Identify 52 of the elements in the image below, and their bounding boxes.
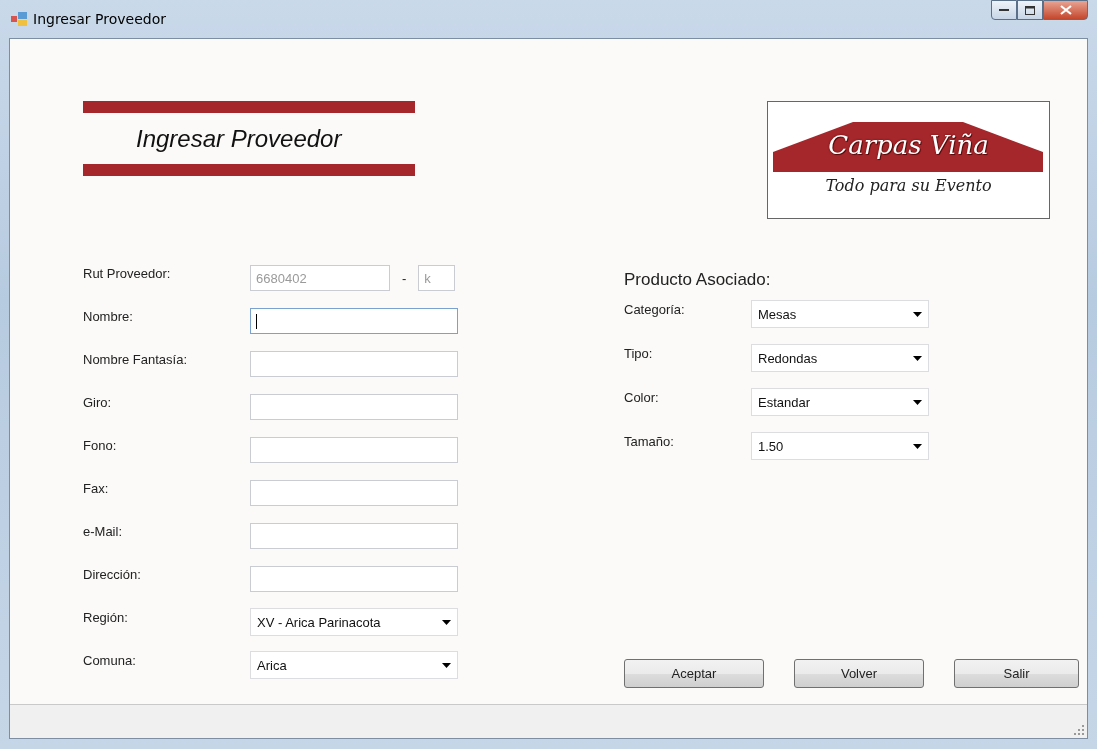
app-icon bbox=[11, 12, 27, 26]
tent-roof-icon bbox=[773, 122, 1043, 172]
close-icon bbox=[1059, 5, 1072, 15]
field-label: Rut Proveedor: bbox=[83, 265, 172, 281]
close-button[interactable] bbox=[1043, 0, 1088, 20]
field-label: Región: bbox=[83, 609, 129, 625]
text-caret bbox=[256, 313, 257, 329]
field-label: e-Mail: bbox=[83, 523, 123, 539]
field-label: Nombre Fantasía: bbox=[83, 351, 189, 367]
minimize-icon bbox=[999, 8, 1009, 12]
minimize-button[interactable] bbox=[991, 0, 1017, 20]
dropdown-arrow-icon[interactable] bbox=[442, 662, 451, 668]
dropdown-arrow-icon[interactable] bbox=[442, 619, 451, 625]
action-button[interactable]: Salir bbox=[954, 659, 1079, 688]
dropdown[interactable]: Arica bbox=[250, 651, 458, 679]
logo-name: Carpas Viña bbox=[828, 130, 989, 160]
field-label: Color: bbox=[624, 389, 660, 405]
resize-grip-icon bbox=[1074, 725, 1084, 735]
field-label: Fax: bbox=[83, 480, 110, 496]
field-label: Tamaño: bbox=[624, 433, 675, 449]
rut-separator: - bbox=[402, 270, 407, 286]
input-field[interactable] bbox=[250, 351, 458, 377]
dropdown-arrow-icon[interactable] bbox=[913, 443, 922, 449]
dropdown[interactable]: Estandar bbox=[751, 388, 929, 416]
input-field[interactable] bbox=[250, 308, 458, 334]
input-field[interactable] bbox=[250, 523, 458, 549]
section-title: Producto Asociado: bbox=[624, 270, 772, 290]
field-label: Categoría: bbox=[624, 301, 686, 317]
field-label: Nombre: bbox=[83, 308, 134, 324]
field-label: Tipo: bbox=[624, 345, 654, 361]
field-label: Giro: bbox=[83, 394, 113, 410]
maximize-icon bbox=[1025, 5, 1035, 15]
dropdown[interactable]: Mesas bbox=[751, 300, 929, 328]
input-field[interactable] bbox=[250, 437, 458, 463]
header-title: Ingresar Proveedor bbox=[135, 124, 344, 153]
dropdown[interactable]: XV - Arica Parinacota bbox=[250, 608, 458, 636]
dropdown[interactable]: 1.50 bbox=[751, 432, 929, 460]
field-label: Dirección: bbox=[83, 566, 142, 582]
field-label: Fono: bbox=[83, 437, 118, 453]
maximize-button[interactable] bbox=[1017, 0, 1043, 20]
action-button[interactable]: Volver bbox=[794, 659, 924, 688]
input-field[interactable] bbox=[250, 394, 458, 420]
dropdown[interactable]: Redondas bbox=[751, 344, 929, 372]
action-button[interactable]: Aceptar bbox=[624, 659, 764, 688]
input-field[interactable] bbox=[250, 566, 458, 592]
dropdown-arrow-icon[interactable] bbox=[913, 311, 922, 317]
field-label: Comuna: bbox=[83, 652, 137, 668]
input-field[interactable] bbox=[250, 480, 458, 506]
dropdown-arrow-icon[interactable] bbox=[913, 355, 922, 361]
dropdown-arrow-icon[interactable] bbox=[913, 399, 922, 405]
logo-slogan: Todo para su Evento bbox=[825, 176, 992, 195]
window-title: Ingresar Proveedor bbox=[33, 11, 166, 27]
